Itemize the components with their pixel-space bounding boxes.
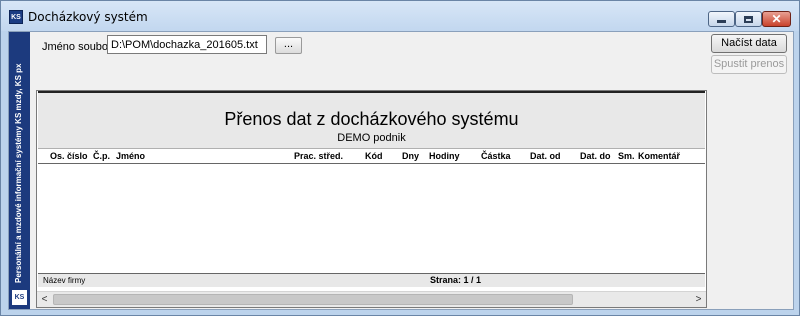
scroll-right-icon[interactable]: >	[691, 292, 706, 307]
column-header: Komentář	[638, 151, 681, 161]
scrollbar-thumb[interactable]	[53, 294, 573, 305]
column-header: Dny	[402, 151, 420, 161]
column-header: Dat. od	[530, 151, 561, 161]
report-body	[38, 165, 705, 269]
brand-sidebar: Personální a mzdové informační systémy K…	[9, 32, 30, 309]
company-name-label: Název firmy	[43, 276, 86, 285]
column-header: Částka	[481, 151, 511, 161]
report-footer: Název firmy Strana: 1 / 1	[38, 273, 705, 287]
column-header: Jméno	[116, 151, 146, 161]
window-title: Docházkový systém	[28, 10, 148, 24]
column-header: Č.p.	[93, 151, 110, 161]
minimize-button[interactable]	[708, 11, 735, 27]
column-header: Hodiny	[429, 151, 460, 161]
column-header: Prac. střed.	[294, 151, 344, 161]
load-data-button[interactable]: Načíst data	[711, 34, 787, 53]
report-title: Přenos dat z docházkového systému	[224, 109, 519, 129]
report-header: Přenos dat z docházkového systému DEMO p…	[38, 91, 705, 149]
minimize-icon	[717, 20, 726, 23]
column-header: Dat. do	[580, 151, 611, 161]
ks-logo: KS	[12, 290, 27, 305]
page-indicator: Strana: 1 / 1	[430, 275, 482, 285]
maximize-icon	[744, 15, 753, 23]
maximize-button[interactable]	[735, 11, 762, 27]
report-preview: Přenos dat z docházkového systému DEMO p…	[36, 90, 707, 308]
file-name-input[interactable]	[107, 35, 267, 54]
column-header: Os. číslo	[50, 151, 88, 161]
close-button[interactable]: ✕	[762, 11, 791, 27]
sidebar-brand-text: Personální a mzdové informační systémy K…	[14, 63, 23, 283]
run-transfer-button[interactable]: Spustit prenos	[711, 55, 787, 74]
app-icon: KS	[9, 10, 23, 24]
horizontal-scrollbar[interactable]: < >	[37, 291, 706, 307]
close-icon: ✕	[771, 12, 782, 26]
column-header: Kód	[365, 151, 383, 161]
app-window: KS Docházkový systém ✕ Personální a mzdo…	[0, 0, 800, 316]
browse-button[interactable]: ...	[275, 37, 302, 54]
scroll-left-icon[interactable]: <	[37, 292, 52, 307]
column-header: Sm.	[618, 151, 635, 161]
title-bar[interactable]: KS Docházkový systém ✕	[1, 1, 799, 31]
report-company: DEMO podnik	[337, 132, 406, 144]
report-column-headers: Os. číslo Č.p. Jméno Prac. střed. Kód Dn…	[38, 150, 705, 164]
client-area: Personální a mzdové informační systémy K…	[8, 31, 794, 310]
